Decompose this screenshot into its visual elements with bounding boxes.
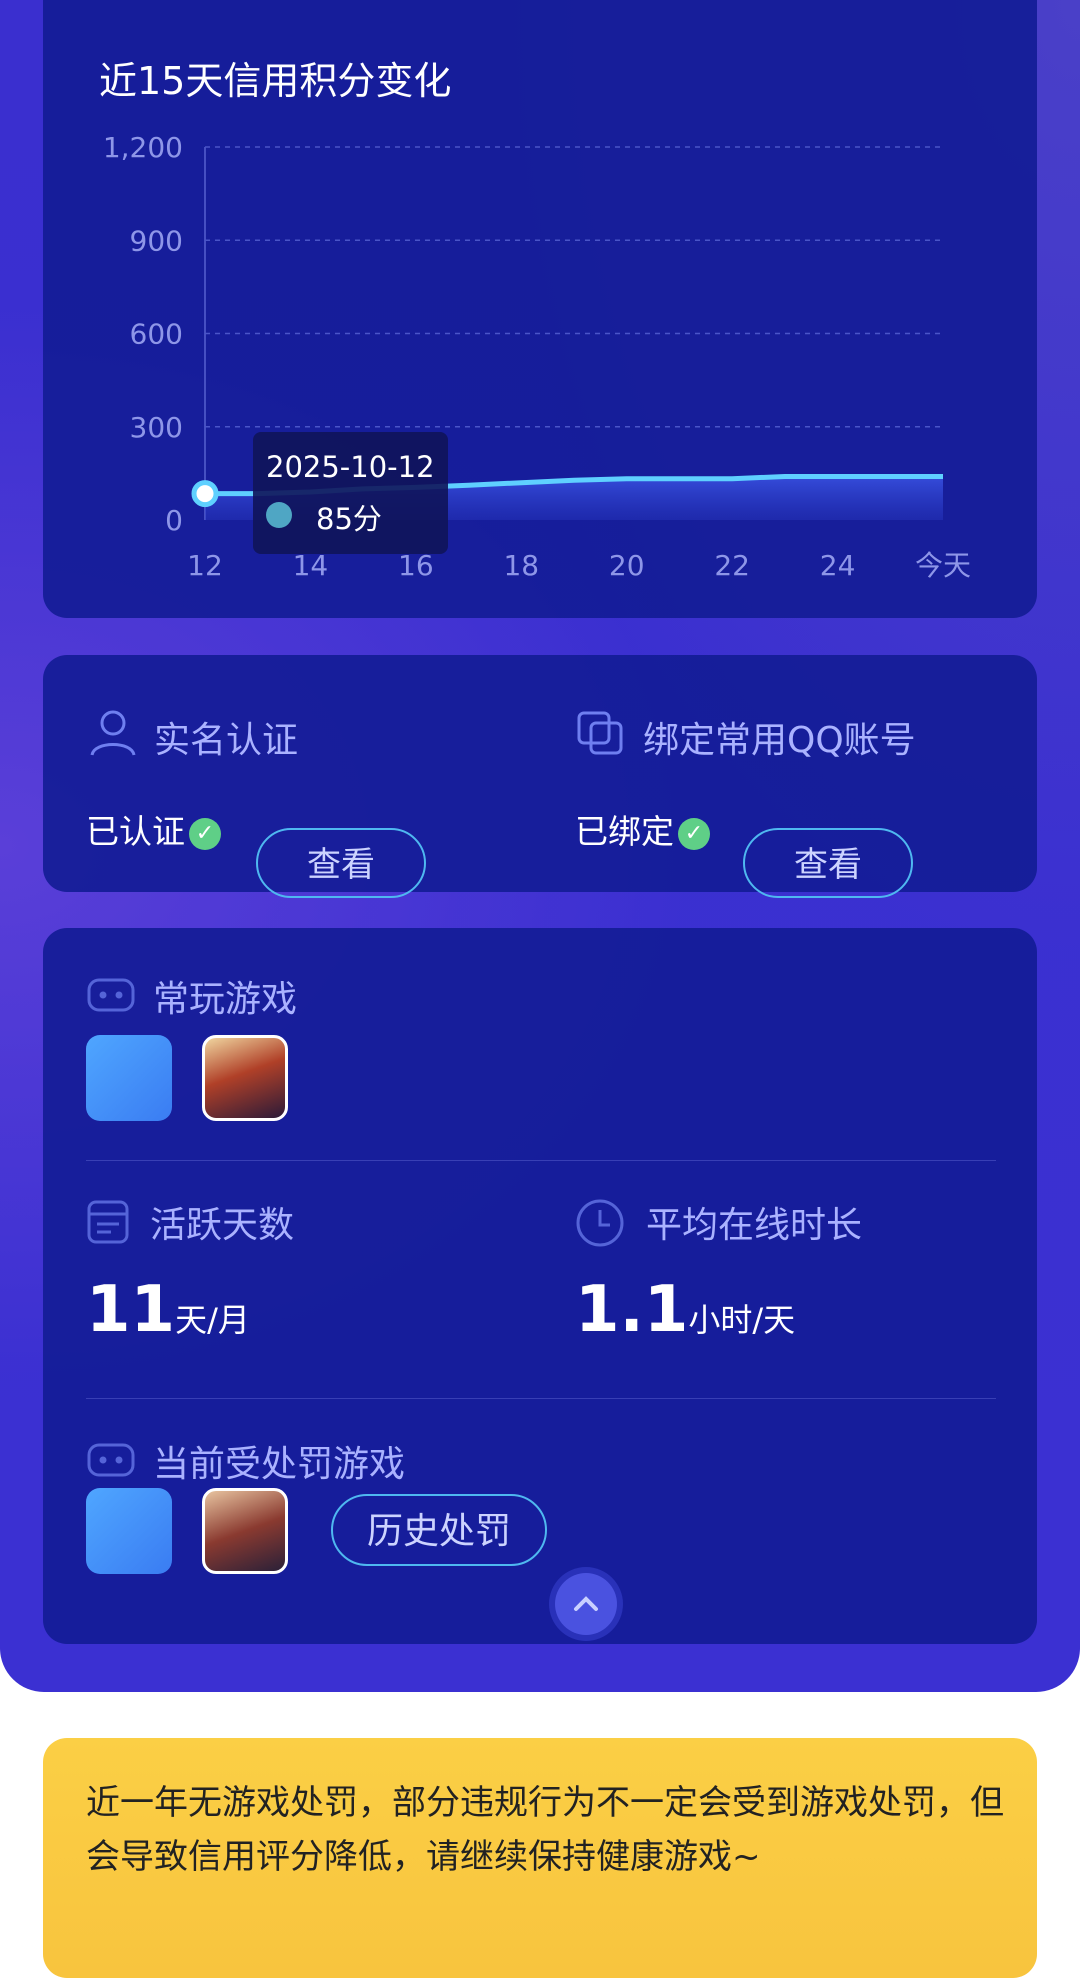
calendar-icon: [87, 1200, 129, 1244]
avg-online-value: 1.1: [575, 1273, 689, 1347]
x-tick-label: 24: [820, 549, 856, 582]
check-icon: ✓: [678, 817, 710, 850]
blue-gamepad-app-icon[interactable]: [86, 1488, 172, 1574]
realname-label: 实名认证: [154, 720, 299, 761]
games-card: 常玩游戏 活跃天数 11天/月 平均在线时长 1.1小时/天 当前受处罚游戏 历…: [43, 928, 1037, 1644]
y-tick-label: 300: [130, 411, 183, 444]
frequent-games-label: 常玩游戏: [153, 979, 298, 1020]
tooltip-series-dot: [266, 502, 292, 528]
credit-chart-card: 近15天信用积分变化 0 300 600 900 1,200 12 14 16 18 20 22 24…: [43, 0, 1037, 618]
tooltip-date: 2025-10-12: [266, 450, 435, 484]
hero-game-app-icon[interactable]: [202, 1035, 288, 1121]
notice-text: 近一年无游戏处罚，部分违规行为不一定会受到游戏处罚，但会导致信用评分降低，请继续…: [86, 1783, 1004, 1877]
check-icon: ✓: [189, 817, 221, 850]
punished-games-label: 当前受处罚游戏: [153, 1444, 406, 1485]
x-tick-label: 22: [714, 549, 750, 582]
realname-view-button[interactable]: 查看: [256, 828, 426, 898]
link-accounts-icon: [577, 711, 623, 755]
x-tick-label: 20: [609, 549, 645, 582]
blue-gamepad-app-icon[interactable]: [86, 1035, 172, 1121]
x-tick-label: 今天: [915, 549, 971, 582]
qq-binding-label: 绑定常用QQ账号: [643, 720, 916, 761]
gamepad-icon: [87, 1443, 135, 1477]
active-days-unit: 天/月: [175, 1301, 250, 1339]
gamepad-icon: [87, 978, 135, 1012]
user-icon: [90, 710, 136, 756]
tooltip-value: 85分: [316, 502, 382, 536]
history-penalty-button[interactable]: 历史处罚: [331, 1494, 547, 1566]
notice-banner: 近一年无游戏处罚，部分违规行为不一定会受到游戏处罚，但会导致信用评分降低，请继续…: [43, 1738, 1037, 1978]
y-tick-label: 0: [165, 504, 183, 537]
divider: [86, 1398, 996, 1399]
credit-score-chart: 03006009001,20012 14 16 18 20 22 24 今天: [103, 131, 971, 582]
chevron-up-icon: [574, 1596, 598, 1611]
divider: [86, 1160, 996, 1161]
avg-online-label: 平均在线时长: [646, 1205, 863, 1246]
y-tick-label: 600: [130, 318, 183, 351]
x-tick-label: 18: [503, 549, 539, 582]
qq-view-button[interactable]: 查看: [743, 828, 913, 898]
warrior-game-app-icon[interactable]: [202, 1488, 288, 1574]
y-tick-label: 900: [130, 224, 183, 257]
active-days-stat: 11天/月: [86, 1273, 250, 1347]
collapse-button[interactable]: [555, 1573, 617, 1635]
clock-icon: [576, 1199, 624, 1247]
qq-binding-status: 已绑定 ✓: [575, 805, 710, 853]
active-days-label: 活跃天数: [150, 1205, 295, 1246]
y-tick-label: 1,200: [103, 131, 183, 164]
realname-status: 已认证 ✓: [86, 805, 221, 853]
chart-tooltip: 2025-10-12 85分: [253, 432, 448, 554]
highlighted-point[interactable]: [191, 480, 219, 508]
x-tick-label: 12: [187, 549, 223, 582]
certification-card: 实名认证 已认证 ✓ 查看 绑定常用QQ账号 已绑定 ✓ 查看: [43, 655, 1037, 898]
qq-binding-status-text: 已绑定: [575, 812, 674, 851]
realname-status-text: 已认证: [86, 812, 185, 851]
avg-online-unit: 小时/天: [688, 1301, 796, 1339]
avg-online-stat: 1.1小时/天: [575, 1273, 795, 1347]
active-days-value: 11: [86, 1273, 176, 1347]
